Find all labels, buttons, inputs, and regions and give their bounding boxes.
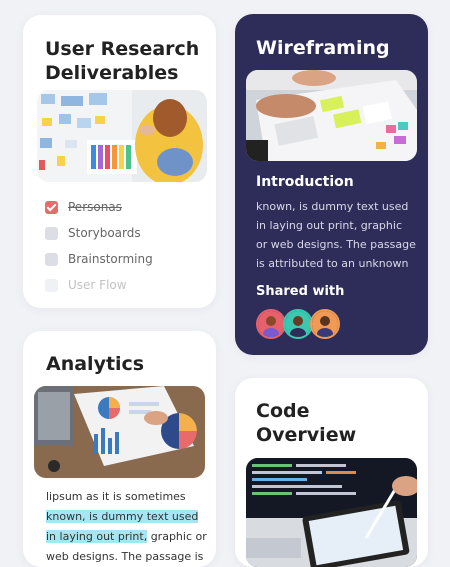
user-research-title: User Research Deliverables (45, 38, 200, 84)
checkbox[interactable] (45, 278, 58, 292)
checklist-label: Personas (68, 200, 122, 214)
highlighted-text: in laying out print, (46, 530, 148, 543)
checklist-item-storyboards[interactable]: Storyboards (45, 220, 210, 246)
analytics-photo (34, 386, 205, 478)
checklist-label: User Flow (68, 278, 127, 292)
shared-with-label: Shared with (256, 284, 345, 299)
checkbox[interactable] (45, 226, 58, 240)
user-research-card[interactable]: User Research Deliverables Personas Stor… (23, 15, 216, 308)
wireframing-photo (246, 70, 417, 161)
introduction-heading: Introduction (256, 174, 354, 190)
checklist-item-user-flow[interactable]: User Flow (45, 272, 210, 298)
checkbox-checked[interactable] (45, 200, 58, 214)
avatar[interactable] (256, 309, 286, 339)
analytics-card[interactable]: Analytics lipsum as it is sometimes know… (23, 331, 216, 567)
checklist-item-personas[interactable]: Personas (45, 194, 210, 220)
code-overview-title: Code Overview (256, 400, 357, 446)
checklist-label: Brainstorming (68, 252, 153, 266)
code-overview-card[interactable]: Code Overview (235, 378, 428, 567)
avatar[interactable] (310, 309, 340, 339)
wireframing-title: Wireframing (256, 37, 390, 59)
shared-avatars (256, 309, 340, 339)
avatar[interactable] (283, 309, 313, 339)
highlighted-text: known, is dummy text used (46, 510, 199, 523)
checklist-label: Storyboards (68, 226, 141, 240)
checkbox[interactable] (45, 252, 58, 266)
research-photo (37, 90, 207, 182)
deliverables-checklist: Personas Storyboards Brainstorming User … (45, 194, 210, 298)
introduction-text: known, is dummy text used in laying out … (256, 200, 416, 270)
analytics-title: Analytics (46, 353, 145, 375)
checklist-item-brainstorming[interactable]: Brainstorming (45, 246, 210, 272)
code-photo (246, 458, 417, 567)
wireframing-card[interactable]: Wireframing Introduction known, is dummy… (235, 14, 428, 355)
analytics-text: lipsum as it is sometimes known, is dumm… (46, 490, 207, 563)
